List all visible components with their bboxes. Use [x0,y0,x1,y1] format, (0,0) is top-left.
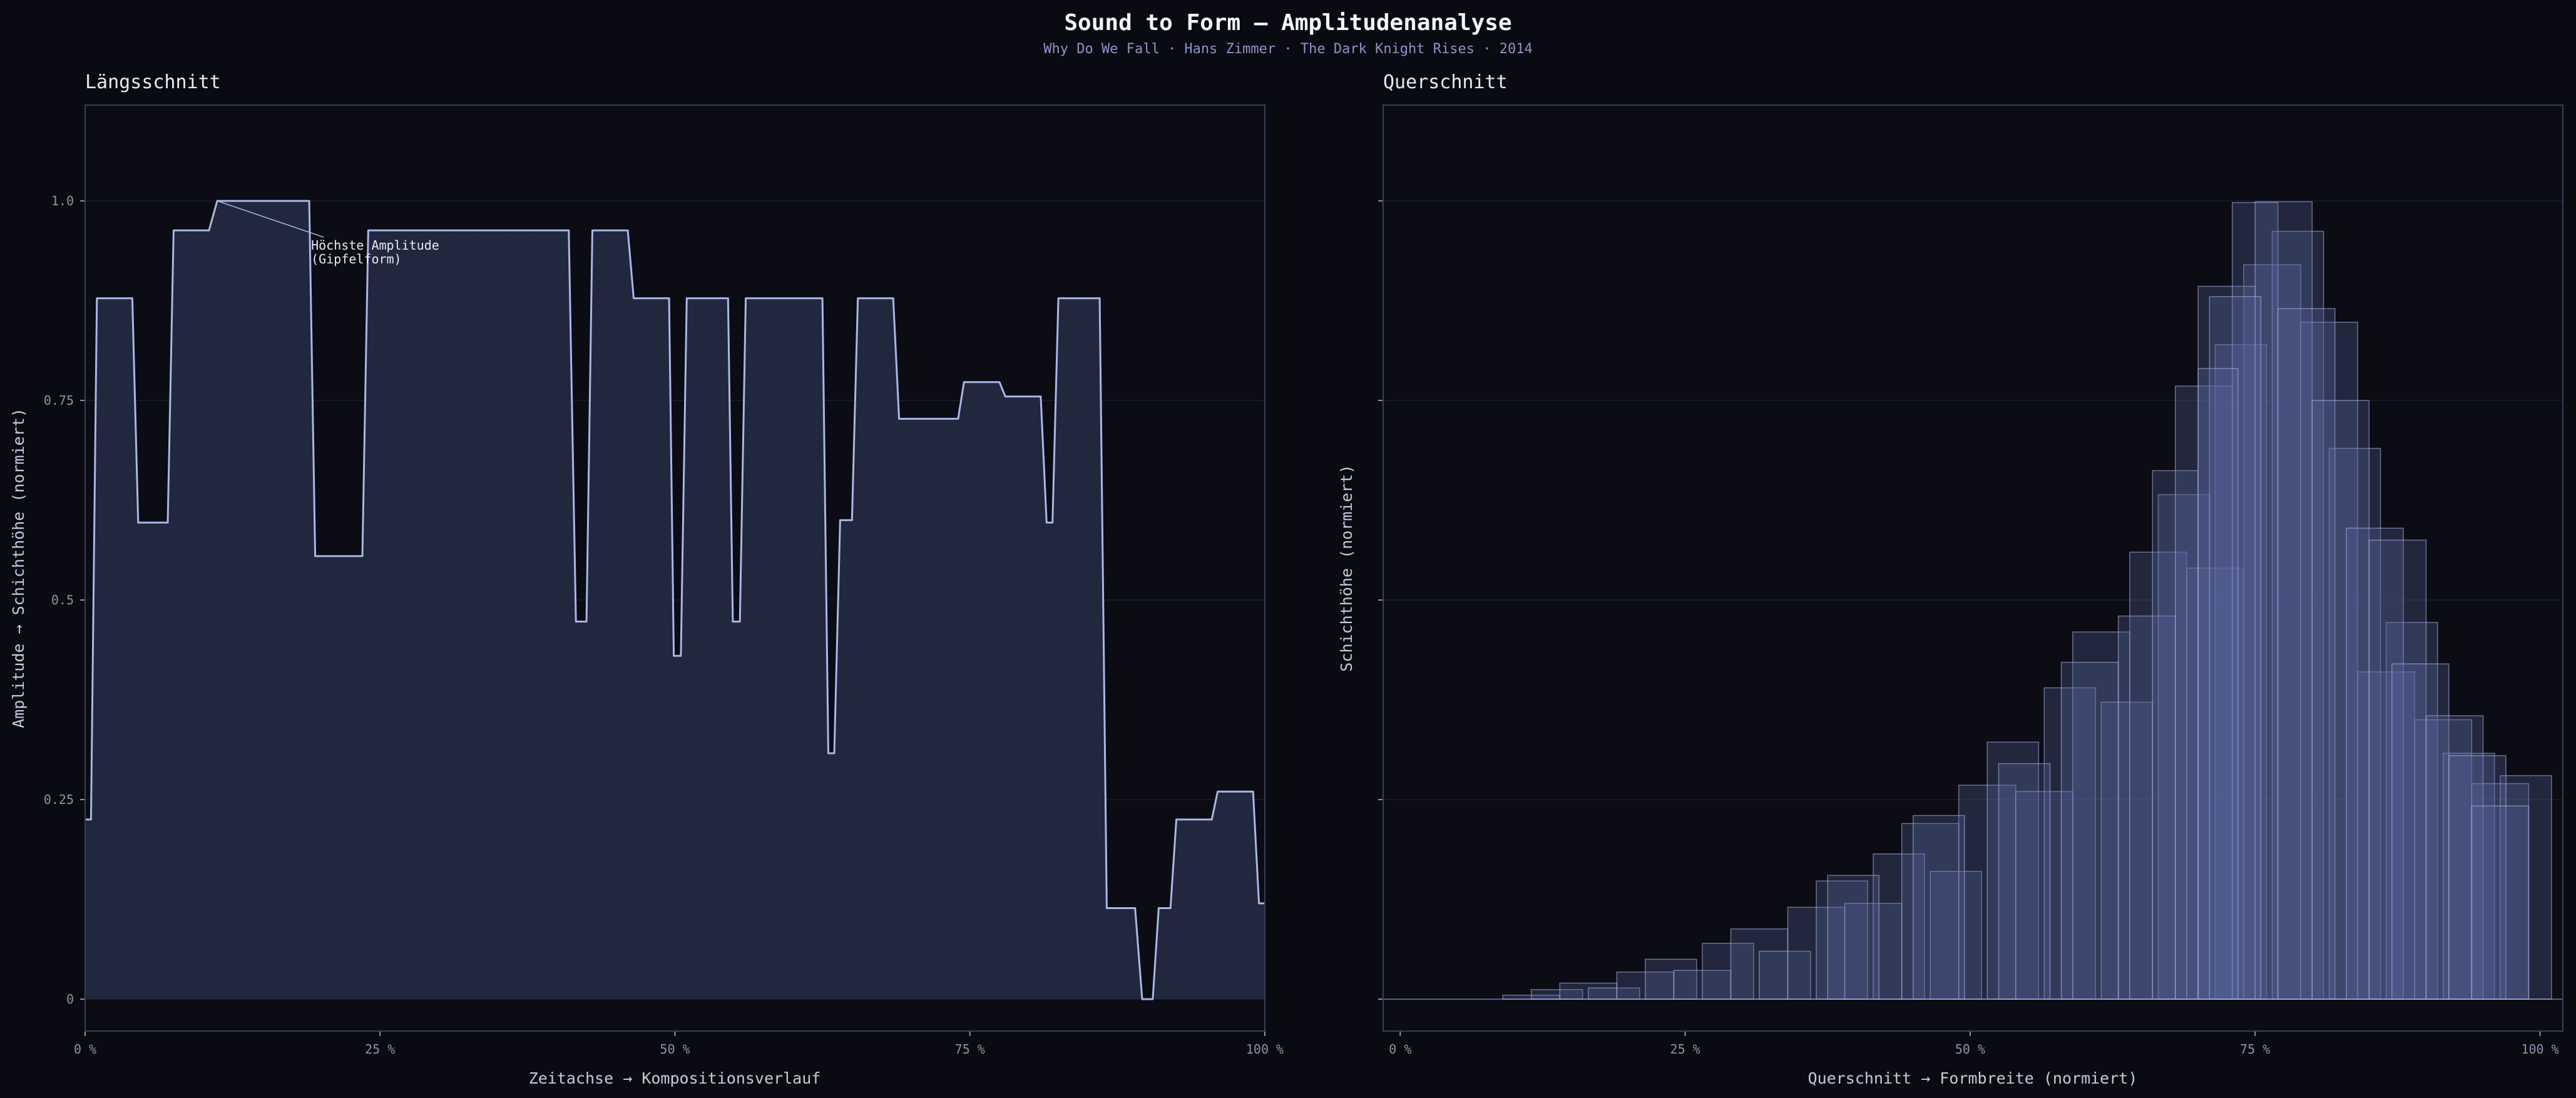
section-block [1998,763,2051,1000]
y-tick-label: 0.5 [51,592,74,607]
annotation-text: (Gipfelform) [311,252,402,267]
section-block [2471,805,2530,1000]
x-tick-label: 25 % [1670,1042,1700,1057]
section-block [2060,661,2119,1000]
y-tick-label: 0.25 [44,792,74,807]
figure-title: Sound to Form — Amplitudenanalyse [1064,10,1511,36]
x-tick-label: 75 % [955,1042,985,1057]
longitudinal-y-axis-label: Amplitude → Schichthöhe (normiert) [9,408,28,728]
cross-section-x-axis-label: Querschnitt → Formbreite (normiert) [1808,1069,2138,1087]
x-tick-label: 100 % [1246,1042,1284,1057]
y-tick-label: 1.0 [51,193,74,208]
y-tick-label: 0.75 [44,393,74,408]
section-block [2197,368,2239,1000]
longitudinal-x-axis-label: Zeitachse → Kompositionsverlauf [529,1069,821,1087]
section-block [1913,815,1965,1000]
cross-section-panel-title: Querschnitt [1383,71,1508,93]
cross-section-y-axis-label: Schichthöhe (normiert) [1337,464,1356,671]
cross-section-chart: Querschnitt 0 % 25 % 50 % 75 % 100 % Quersch… [1337,71,2563,1087]
x-tick-label: 100 % [2521,1042,2558,1057]
longitudinal-chart: Längsschnitt Höchste Amplitude(Gipfelfor… [9,71,1284,1087]
x-tick-label: 0 % [74,1042,96,1057]
longitudinal-panel-title: Längsschnitt [85,71,221,93]
x-tick-label: 50 % [660,1042,690,1057]
annotation-text: Höchste Amplitude [311,238,439,253]
x-tick-label: 50 % [1955,1042,1985,1057]
section-block [1827,875,1880,1000]
x-tick-label: 0 % [1389,1042,1411,1057]
figure-subtitle: Why Do We Fall · Hans Zimmer · The Dark … [1043,41,1532,57]
figure: Sound to Form — Amplitudenanalyse Why Do… [0,0,2576,1098]
x-tick-label: 25 % [365,1042,395,1057]
x-tick-label: 75 % [2240,1042,2270,1057]
y-tick-label: 0 [66,992,74,1007]
